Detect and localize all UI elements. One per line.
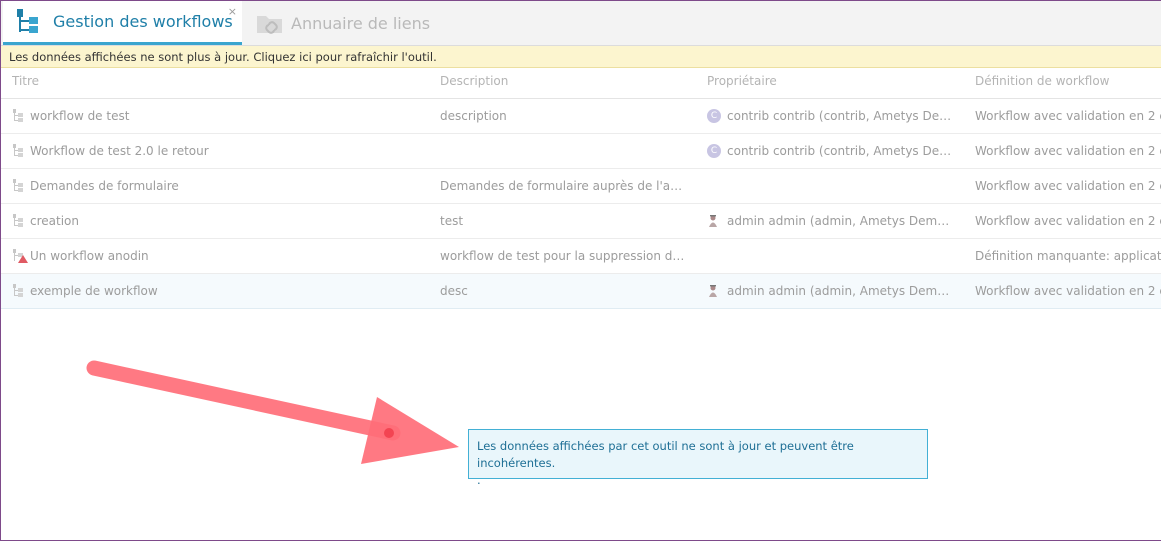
outdated-data-notice[interactable]: Les données affichées ne sont plus à jou… xyxy=(1,46,1161,68)
warning-icon xyxy=(18,254,28,263)
row-description xyxy=(440,134,686,168)
row-owner: contrib contrib (contrib, Ametys Demo Us… xyxy=(727,109,955,123)
table-row[interactable]: workflow de test description Ccontrib co… xyxy=(1,99,1161,134)
table-row[interactable]: Demandes de formulaire Demandes de formu… xyxy=(1,169,1161,204)
row-definition: Workflow avec validation en 2 étapes xyxy=(975,109,1161,123)
row-description: desc xyxy=(440,284,468,298)
row-title: Demandes de formulaire xyxy=(30,179,179,193)
workflow-icon xyxy=(13,178,23,192)
row-description: description xyxy=(440,109,507,123)
user-avatar-icon: C xyxy=(707,108,721,123)
grid-header: Titre Description Propriétaire Définitio… xyxy=(1,68,1161,99)
row-owner: contrib contrib (contrib, Ametys Demo Us… xyxy=(727,144,955,158)
row-definition: Workflow avec validation en 2 étapes xyxy=(975,214,1161,228)
admin-avatar-icon xyxy=(709,284,717,297)
row-definition: Workflow avec validation en 2 étapes xyxy=(975,284,1161,298)
tab-label: Gestion des workflows xyxy=(53,12,233,31)
admin-avatar-icon xyxy=(709,214,717,227)
row-description: test xyxy=(440,214,464,228)
workflow-icon xyxy=(13,283,23,297)
tab-bar: Gestion des workflows × Annuaire de lien… xyxy=(1,1,1161,46)
row-definition: Workflow avec validation en 2 étapes xyxy=(975,179,1161,193)
row-owner: admin admin (admin, Ametys Demo Users) xyxy=(727,214,955,228)
folder-link-icon xyxy=(257,16,282,34)
workflow-tree-icon xyxy=(17,8,38,33)
info-tooltip: Les données affichées par cet outil ne s… xyxy=(468,429,928,487)
tab-label: Annuaire de liens xyxy=(291,13,431,33)
row-owner: admin admin (admin, Ametys Demo Users) xyxy=(727,284,955,298)
tab-annuaire-de-liens[interactable]: Annuaire de liens xyxy=(251,1,441,45)
row-title: Workflow de test 2.0 le retour xyxy=(30,144,209,158)
table-row[interactable]: creation test admin admin (admin, Ametys… xyxy=(1,204,1161,239)
workflows-grid: Titre Description Propriétaire Définitio… xyxy=(1,68,1161,309)
row-title: workflow de test xyxy=(30,109,130,123)
tooltip-line2: . xyxy=(477,473,481,487)
column-header-titre[interactable]: Titre xyxy=(12,68,412,98)
column-header-definition[interactable]: Définition de workflow xyxy=(975,68,1161,98)
row-title: Un workflow anodin xyxy=(30,249,149,263)
workflow-tool-window: Gestion des workflows × Annuaire de lien… xyxy=(0,0,1161,541)
row-owner xyxy=(707,239,955,273)
row-description: Demandes de formulaire auprès de l'admin… xyxy=(440,179,686,193)
row-description: workflow de test pour la suppression d'u… xyxy=(440,249,686,263)
user-avatar-icon: C xyxy=(707,143,721,158)
column-header-description[interactable]: Description xyxy=(440,68,686,98)
table-row[interactable]: Workflow de test 2.0 le retour Ccontrib … xyxy=(1,134,1161,169)
row-title: creation xyxy=(30,214,79,228)
column-header-proprietaire[interactable]: Propriétaire xyxy=(707,68,955,98)
workflow-icon xyxy=(13,213,23,227)
table-row[interactable]: Un workflow anodin workflow de test pour… xyxy=(1,239,1161,274)
tab-gestion-des-workflows[interactable]: Gestion des workflows × xyxy=(3,1,242,45)
row-owner xyxy=(707,169,955,203)
table-row-selected[interactable]: exemple de workflow desc admin admin (ad… xyxy=(1,274,1161,309)
row-title: exemple de workflow xyxy=(30,284,158,298)
workflow-icon xyxy=(13,143,23,157)
row-definition: Workflow avec validation en 2 étapes xyxy=(975,144,1161,158)
workflow-warning-icon xyxy=(12,248,28,263)
workflow-icon xyxy=(13,108,23,122)
close-icon[interactable]: × xyxy=(228,6,237,17)
tooltip-line1: Les données affichées par cet outil ne s… xyxy=(477,439,854,470)
row-definition: Définition manquante: application xyxy=(975,249,1161,263)
